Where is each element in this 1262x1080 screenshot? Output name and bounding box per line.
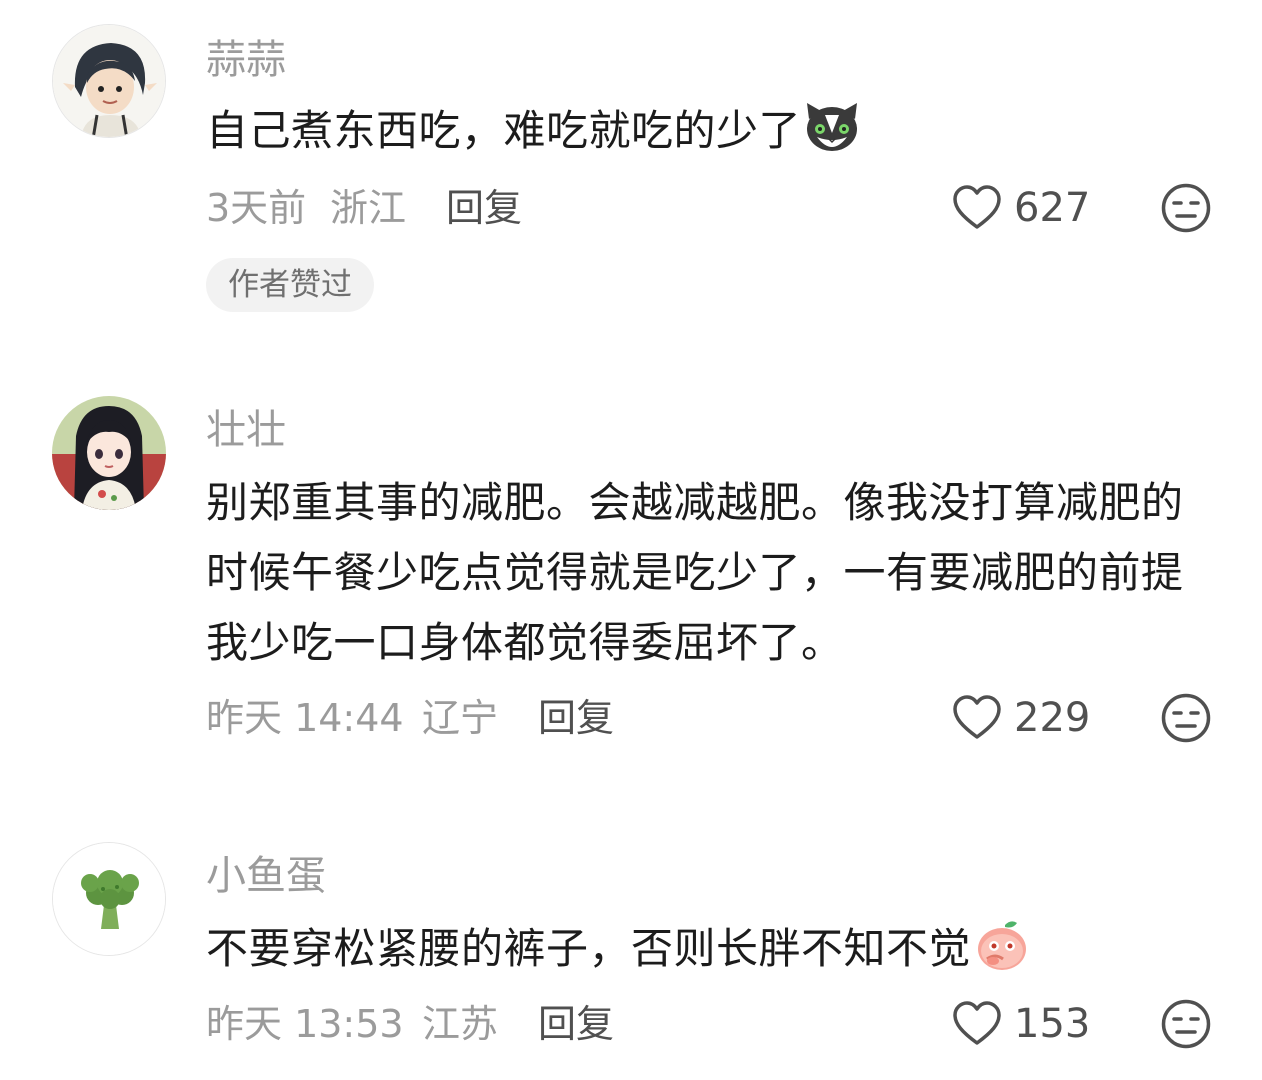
comment-list: 蒜蒜 自己煮东西吃，难吃就吃的少了 3天前 浙江 回复 627 作者赞过 壮壮 …	[0, 0, 1262, 1080]
comment-location: 江苏	[422, 1002, 499, 1046]
comment-item: 小鱼蛋 不要穿松紧腰的裤子，否则长胖不知不觉 昨天 13:53 江苏 回复 15…	[0, 0, 1262, 1080]
peach-emoji-icon	[973, 919, 1031, 971]
comment-time: 昨天 13:53	[206, 1002, 404, 1046]
user-avatar[interactable]	[52, 842, 166, 956]
like-button[interactable]: 153	[952, 996, 1090, 1052]
comment-meta: 昨天 13:53 江苏 回复 153	[206, 996, 1212, 1052]
dislike-button[interactable]	[1160, 998, 1212, 1050]
heart-outline-icon	[953, 1001, 1001, 1045]
reply-button[interactable]: 回复	[538, 996, 614, 1052]
meh-face-icon	[1161, 999, 1211, 1049]
broccoli-avatar-image	[53, 843, 165, 955]
comment-text-content: 不要穿松紧腰的裤子，否则长胖不知不觉	[206, 924, 972, 973]
like-count: 153	[1014, 1001, 1091, 1047]
comment-text: 不要穿松紧腰的裤子，否则长胖不知不觉	[206, 914, 1206, 984]
username[interactable]: 小鱼蛋	[206, 852, 326, 900]
